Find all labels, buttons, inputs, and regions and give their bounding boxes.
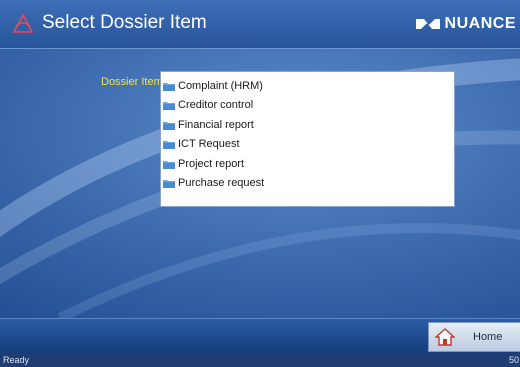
brand-logo: NUANCE	[415, 15, 516, 33]
list-item-label: ICT Request	[178, 138, 240, 151]
list-item[interactable]: Financial report	[161, 115, 454, 135]
list-item-label: Creditor control	[178, 99, 254, 112]
app-logo-icon	[12, 14, 34, 33]
list-item[interactable]: Purchase request	[161, 174, 454, 194]
folder-icon	[163, 102, 175, 111]
status-value: 50	[508, 355, 519, 365]
dossier-item-list[interactable]: Complaint (HRM) Creditor control Financi…	[160, 71, 455, 207]
folder-icon	[163, 141, 175, 150]
folder-icon	[163, 180, 175, 189]
home-button[interactable]: Home	[428, 322, 520, 352]
page-title: Select Dossier Item	[42, 12, 207, 33]
folder-icon	[163, 160, 175, 169]
status-text: Ready	[3, 355, 30, 365]
list-item-label: Complaint (HRM)	[178, 79, 263, 92]
app-window: Select Dossier Item NUANCE Dossier Item:…	[0, 0, 520, 367]
home-label: Home	[473, 331, 503, 343]
list-item[interactable]: Project report	[161, 154, 454, 174]
nuance-logo-icon	[415, 19, 440, 29]
list-item[interactable]: Creditor control	[161, 96, 454, 116]
list-item[interactable]: ICT Request	[161, 135, 454, 155]
folder-icon	[163, 121, 175, 130]
home-icon	[435, 328, 455, 346]
list-item-label: Financial report	[178, 118, 254, 131]
brand-name: NUANCE	[444, 15, 516, 32]
folder-icon	[163, 82, 175, 91]
dossier-item-label: Dossier Item:	[101, 76, 166, 88]
list-item-label: Project report	[178, 157, 245, 170]
list-item[interactable]: Complaint (HRM)	[161, 76, 454, 96]
title-bar: Select Dossier Item NUANCE	[0, 0, 520, 49]
status-bar: Ready 50	[0, 354, 520, 367]
list-item-label: Purchase request	[178, 177, 265, 190]
footer-bar: Home	[0, 318, 520, 355]
